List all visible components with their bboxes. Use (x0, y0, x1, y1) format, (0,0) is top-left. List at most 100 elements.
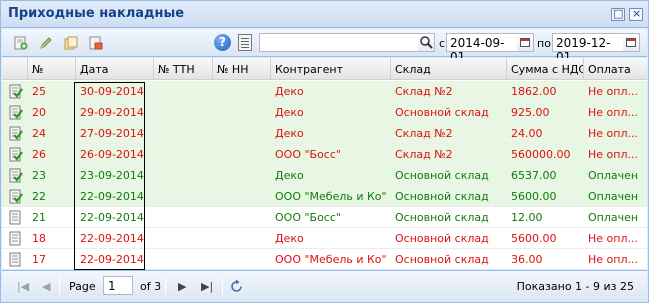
grid-header: № Дата № ТТН № НН Контрагент Склад Сумма… (2, 58, 647, 80)
cell-date: 23-09-2014 (80, 169, 144, 182)
header-nn[interactable]: № НН (213, 58, 271, 80)
table-row[interactable]: 23 23-09-2014 Деко Основной склад 6537.00 Опл… (2, 165, 647, 186)
table-row[interactable]: 24 27-09-2014 Деко Склад №2 24.00 Не опл... (2, 123, 647, 144)
cell-ttn (154, 123, 213, 144)
cell-number: 22 (32, 190, 46, 203)
date-from-picker-button[interactable] (517, 33, 534, 52)
table-row[interactable]: 22 22-09-2014 ООО "Мебель и Ко" Основной ск… (2, 186, 647, 207)
cell-warehouse: Основной склад (395, 106, 489, 119)
search-input[interactable] (259, 33, 419, 52)
cell-payment: Не опл... (588, 85, 638, 98)
cell-nn (213, 165, 271, 186)
invoices-grid: № Дата № ТТН № НН Контрагент Склад Сумма… (2, 58, 647, 269)
cell-number: 20 (32, 106, 46, 119)
cell-nn (213, 228, 271, 249)
window-titlebar[interactable]: Приходные накладные □ × (1, 1, 648, 28)
cell-contractor: Деко (275, 127, 304, 140)
cell-contractor: ООО "Мебель и Ко" (275, 253, 387, 266)
date-from-input[interactable]: 2014-09-01 (446, 33, 518, 64)
cell-contractor: Деко (275, 169, 304, 182)
refresh-icon[interactable] (229, 279, 244, 294)
cell-nn (213, 207, 271, 228)
cell-sum: 6537.00 (511, 169, 557, 182)
page-number-input[interactable]: 1 (103, 276, 133, 295)
cell-nn (213, 123, 271, 144)
document-icon (9, 252, 21, 267)
page-info: Показано 1 - 9 из 25 (516, 280, 634, 293)
cell-contractor: Деко (275, 232, 304, 245)
table-row[interactable]: 18 22-09-2014 Деко Основной склад 5600.00 Не … (2, 228, 647, 249)
cell-sum: 5600.00 (511, 190, 557, 203)
cell-warehouse: Склад №2 (395, 127, 453, 140)
cell-payment: Не опл... (588, 148, 638, 161)
table-row[interactable]: 21 22-09-2014 ООО "Босс" Основной склад 12.0… (2, 207, 647, 228)
cell-number: 23 (32, 169, 46, 182)
maximize-button[interactable]: □ (611, 7, 625, 21)
date-to-input[interactable]: 2019-12-01 (552, 33, 624, 64)
search-button[interactable] (418, 33, 435, 52)
header-contractor[interactable]: Контрагент (271, 58, 391, 80)
check-icon (9, 84, 23, 99)
cell-sum: 1862.00 (511, 85, 557, 98)
cell-date: 26-09-2014 (80, 148, 144, 161)
cell-ttn (154, 228, 213, 249)
cell-payment: Оплачен (588, 169, 639, 182)
cell-nn (213, 249, 271, 269)
cell-sum: 24.00 (511, 127, 543, 140)
report-icon[interactable] (238, 34, 252, 51)
check-icon (9, 168, 23, 183)
cell-payment: Оплачен (588, 190, 639, 203)
prev-page-icon[interactable]: ◀ (42, 280, 50, 293)
cell-date: 27-09-2014 (80, 127, 144, 140)
cell-nn (213, 102, 271, 123)
edit-icon[interactable] (39, 36, 53, 50)
close-button[interactable]: × (629, 7, 643, 21)
cell-contractor: Деко (275, 106, 304, 119)
header-ttn[interactable]: № ТТН (154, 58, 213, 80)
toolbar: ? с 2014-09-01 по 2019-12-01 (2, 29, 647, 64)
add-document-icon[interactable] (14, 36, 28, 50)
cell-date: 30-09-2014 (80, 85, 144, 98)
check-icon (9, 126, 23, 141)
next-page-icon[interactable]: ▶ (178, 280, 186, 293)
table-row[interactable]: 17 22-09-2014 ООО "Мебель и Ко" Основной ск… (2, 249, 647, 269)
cell-sum: 36.00 (511, 253, 543, 266)
cell-ttn (154, 144, 213, 165)
copy-document-icon[interactable] (64, 36, 78, 50)
table-row[interactable]: 25 30-09-2014 Деко Склад №2 1862.00 Не опл... (2, 81, 647, 102)
cell-payment: Оплачен (588, 211, 639, 224)
header-payment[interactable]: Оплата (584, 58, 647, 80)
header-date[interactable]: Дата (76, 58, 154, 80)
cell-number: 17 (32, 253, 46, 266)
cell-payment: Не опл... (588, 232, 638, 245)
date-to-picker-button[interactable] (623, 33, 640, 52)
cell-contractor: Деко (275, 85, 304, 98)
page-label: Page (69, 280, 96, 293)
cell-ttn (154, 207, 213, 228)
header-sum[interactable]: Сумма с НДС (507, 58, 584, 80)
cell-number: 26 (32, 148, 46, 161)
first-page-icon[interactable]: |◀ (17, 280, 29, 293)
cell-date: 22-09-2014 (80, 190, 144, 203)
cell-ttn (154, 165, 213, 186)
cell-warehouse: Основной склад (395, 190, 489, 203)
help-icon[interactable]: ? (214, 34, 231, 51)
separator (222, 277, 223, 297)
table-row[interactable]: 20 29-09-2014 Деко Основной склад 925.00 Не о… (2, 102, 647, 123)
cell-sum: 12.00 (511, 211, 543, 224)
cell-number: 18 (32, 232, 46, 245)
cell-warehouse: Склад №2 (395, 85, 453, 98)
table-row[interactable]: 26 26-09-2014 ООО "Босс" Склад №2 560000.00 Н… (2, 144, 647, 165)
pagination-bar: |◀ ◀ Page 1 of 3 ▶ ▶| Показано 1 - 9 из … (2, 270, 647, 302)
cell-warehouse: Основной склад (395, 253, 489, 266)
cell-nn (213, 144, 271, 165)
header-warehouse[interactable]: Склад (391, 58, 507, 80)
header-number[interactable]: № (28, 58, 76, 80)
last-page-icon[interactable]: ▶| (201, 280, 213, 293)
delete-document-icon[interactable] (89, 36, 103, 50)
cell-payment: Не опл... (588, 127, 638, 140)
separator (59, 277, 60, 297)
cell-date: 29-09-2014 (80, 106, 144, 119)
cell-nn (213, 81, 271, 102)
cell-date: 22-09-2014 (80, 211, 144, 224)
